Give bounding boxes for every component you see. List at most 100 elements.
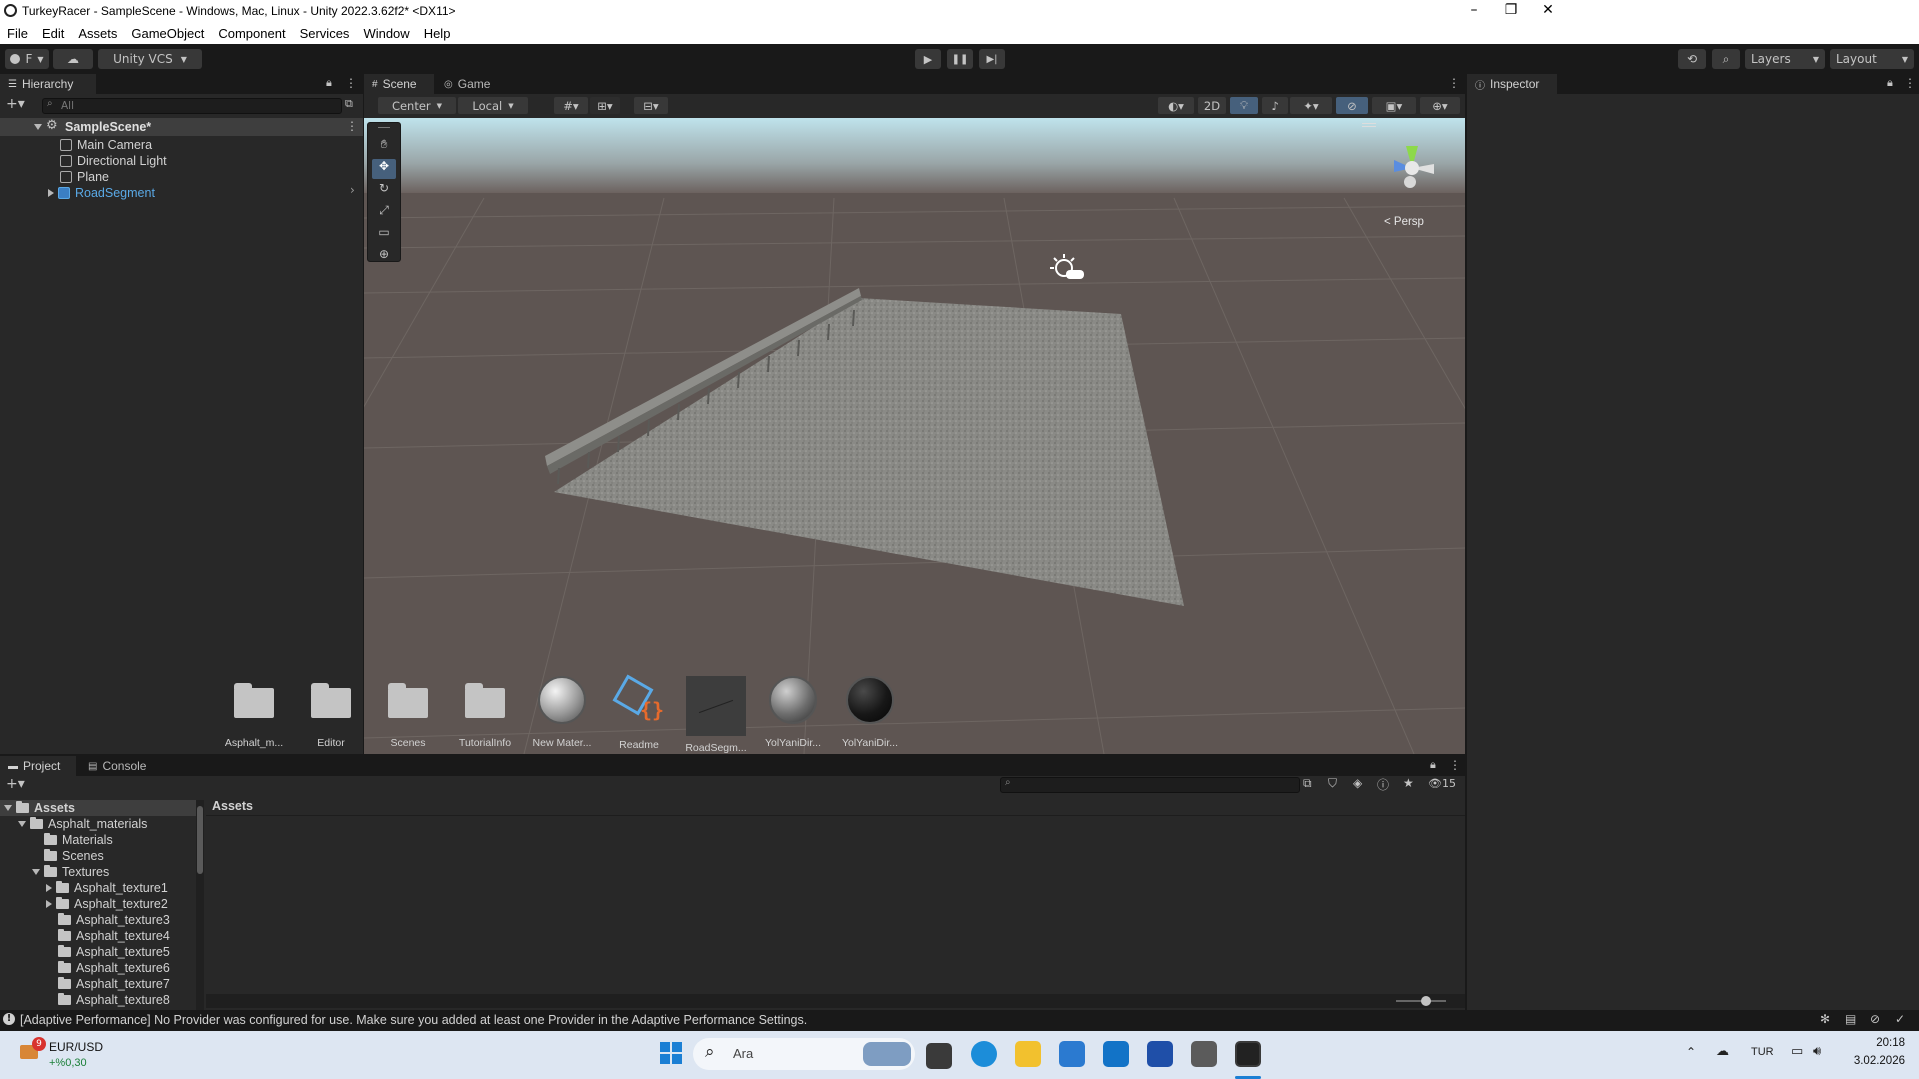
- kebab-menu-icon[interactable]: ⋮: [1448, 76, 1460, 90]
- cloud-button[interactable]: ☁: [53, 49, 93, 69]
- expand-arrow-icon[interactable]: [18, 821, 26, 827]
- hierarchy-item[interactable]: Main Camera: [60, 137, 152, 153]
- toggle-2d-button[interactable]: 2D: [1198, 97, 1226, 114]
- filter-label-icon[interactable]: ⛉: [1328, 776, 1337, 791]
- tree-scrollbar[interactable]: [196, 800, 204, 1010]
- expand-arrow-icon[interactable]: [4, 805, 12, 811]
- tab-inspector[interactable]: ⓘ Inspector: [1467, 74, 1557, 94]
- hierarchy-search-input[interactable]: ⌕ All: [42, 98, 342, 114]
- asset-item[interactable]: Asphalt_m...: [223, 676, 285, 749]
- outlook-icon[interactable]: [1103, 1041, 1129, 1067]
- kebab-menu-icon[interactable]: ⋮: [345, 76, 357, 90]
- grid-visibility-button[interactable]: ⊟▾: [634, 97, 668, 114]
- project-tree-item[interactable]: Textures: [32, 864, 109, 880]
- snap-increment-button[interactable]: ⊞▾: [590, 97, 620, 114]
- asset-item[interactable]: YolYaniDir...: [762, 676, 824, 749]
- collapse-arrow-icon[interactable]: [46, 900, 52, 908]
- project-tree-item[interactable]: Asphalt_texture5: [46, 944, 170, 960]
- grid-snap-button[interactable]: #▾: [554, 97, 588, 114]
- audio-toggle-button[interactable]: ♪: [1262, 97, 1288, 114]
- project-tree-item[interactable]: Asphalt_texture4: [46, 928, 170, 944]
- rect-tool-icon[interactable]: ▭: [372, 225, 396, 245]
- camera-dropdown[interactable]: ▣▾: [1372, 97, 1416, 114]
- lock-icon[interactable]: 🔒︎: [1430, 758, 1436, 772]
- menu-gameobject[interactable]: GameObject: [124, 26, 211, 41]
- tag-icon[interactable]: ◈: [1353, 776, 1362, 790]
- filter-type-icon[interactable]: ⧉: [1303, 776, 1312, 791]
- layers-dropdown[interactable]: Layers ▼: [1745, 49, 1825, 69]
- step-button[interactable]: ▶|: [979, 49, 1005, 69]
- search-button[interactable]: ⌕: [1712, 49, 1740, 69]
- project-search-input[interactable]: ⌕: [1000, 777, 1300, 793]
- scale-tool-icon[interactable]: ⤢: [372, 203, 396, 223]
- project-tree-item[interactable]: Asphalt_materials: [18, 816, 147, 832]
- asset-item[interactable]: Scenes: [377, 676, 439, 749]
- project-tree-item[interactable]: Asphalt_texture3: [46, 912, 170, 928]
- store-icon[interactable]: [1147, 1041, 1173, 1067]
- collapse-arrow-icon[interactable]: [46, 884, 52, 892]
- teams-app-icon[interactable]: [1059, 1041, 1085, 1067]
- effects-dropdown[interactable]: ✦▾: [1290, 97, 1332, 114]
- scene-row[interactable]: ⚙ SampleScene* ⋮: [0, 118, 363, 136]
- pivot-local-dropdown[interactable]: Local ▼: [458, 97, 528, 114]
- kebab-menu-icon[interactable]: ⋮: [1449, 758, 1461, 772]
- project-tree-item[interactable]: Scenes: [32, 848, 104, 864]
- asset-item[interactable]: RoadSegm...: [685, 676, 747, 754]
- network-off-icon[interactable]: ⊘: [1870, 1012, 1880, 1026]
- pause-button[interactable]: ❚❚: [947, 49, 973, 69]
- asset-item[interactable]: YolYaniDir...: [839, 676, 901, 749]
- menu-component[interactable]: Component: [211, 26, 292, 41]
- start-button[interactable]: [660, 1042, 682, 1064]
- cache-server-icon[interactable]: ▤: [1845, 1012, 1856, 1026]
- clock-date[interactable]: 3.02.2026: [1845, 1055, 1905, 1067]
- project-tree-item[interactable]: Asphalt_texture2: [46, 896, 168, 912]
- add-object-button[interactable]: +▾: [6, 96, 25, 112]
- expand-arrow-icon[interactable]: [32, 869, 40, 875]
- play-button[interactable]: ▶: [915, 49, 941, 69]
- asset-item[interactable]: New Mater...: [531, 676, 593, 749]
- project-tree-item[interactable]: Assets: [0, 800, 196, 816]
- pivot-center-dropdown[interactable]: Center ▼: [378, 97, 456, 114]
- menu-assets[interactable]: Assets: [71, 26, 124, 41]
- chevron-right-icon[interactable]: ›: [350, 183, 355, 197]
- file-explorer-icon[interactable]: [1015, 1041, 1041, 1067]
- menu-edit[interactable]: Edit: [35, 26, 71, 41]
- tab-console[interactable]: ▤ Console: [80, 756, 164, 776]
- create-asset-button[interactable]: +▾: [6, 776, 25, 792]
- zoom-slider-handle[interactable]: [1421, 996, 1431, 1006]
- task-view-icon[interactable]: [926, 1043, 952, 1069]
- network-icon[interactable]: ▭: [1791, 1044, 1803, 1059]
- debug-icon[interactable]: ✻: [1820, 1012, 1830, 1026]
- volume-icon[interactable]: 🔊︎: [1813, 1044, 1821, 1059]
- search-options-icon[interactable]: ⧉: [345, 97, 353, 111]
- project-tree-item[interactable]: Asphalt_texture1: [46, 880, 168, 896]
- rotate-tool-icon[interactable]: ↻: [372, 181, 396, 201]
- transform-tool-icon[interactable]: ⊕: [372, 247, 396, 267]
- kebab-menu-icon[interactable]: ⋮: [346, 119, 358, 133]
- drag-handle-icon[interactable]: [1362, 123, 1376, 127]
- close-button[interactable]: ✕: [1525, 0, 1571, 22]
- project-tree-item[interactable]: Asphalt_texture7: [46, 976, 170, 992]
- menu-window[interactable]: Window: [356, 26, 416, 41]
- scene-viewport[interactable]: < Persp: [364, 118, 1465, 754]
- favorite-star-icon[interactable]: ★: [1403, 776, 1414, 790]
- hidden-packages-count[interactable]: 👁︎15: [1428, 777, 1456, 790]
- unity-vcs-button[interactable]: Unity VCS ▼: [98, 49, 202, 69]
- layout-dropdown[interactable]: Layout ▼: [1830, 49, 1914, 69]
- chevron-up-icon[interactable]: ⌃: [1686, 1045, 1696, 1059]
- lighting-toggle-button[interactable]: 💡︎: [1230, 97, 1258, 114]
- account-button[interactable]: F ▼: [5, 49, 49, 69]
- gizmos-dropdown[interactable]: ⊕▾: [1420, 97, 1460, 114]
- lock-icon[interactable]: 🔒︎: [1887, 76, 1893, 90]
- ticker-label[interactable]: EUR/USD: [49, 1040, 103, 1054]
- onedrive-icon[interactable]: ☁: [1716, 1044, 1729, 1059]
- hand-tool-icon[interactable]: ✋︎: [372, 137, 396, 157]
- tab-hierarchy[interactable]: ☰ Hierarchy: [0, 74, 96, 94]
- console-message[interactable]: [Adaptive Performance] No Provider was c…: [20, 1013, 807, 1027]
- move-tool-icon[interactable]: ✥: [372, 159, 396, 179]
- kebab-menu-icon[interactable]: ⋮: [1904, 76, 1916, 90]
- undo-history-button[interactable]: ⟲: [1678, 49, 1706, 69]
- project-tree-item[interactable]: Materials: [32, 832, 113, 848]
- asset-item[interactable]: {} Readme: [608, 674, 670, 751]
- menu-file[interactable]: File: [0, 26, 35, 41]
